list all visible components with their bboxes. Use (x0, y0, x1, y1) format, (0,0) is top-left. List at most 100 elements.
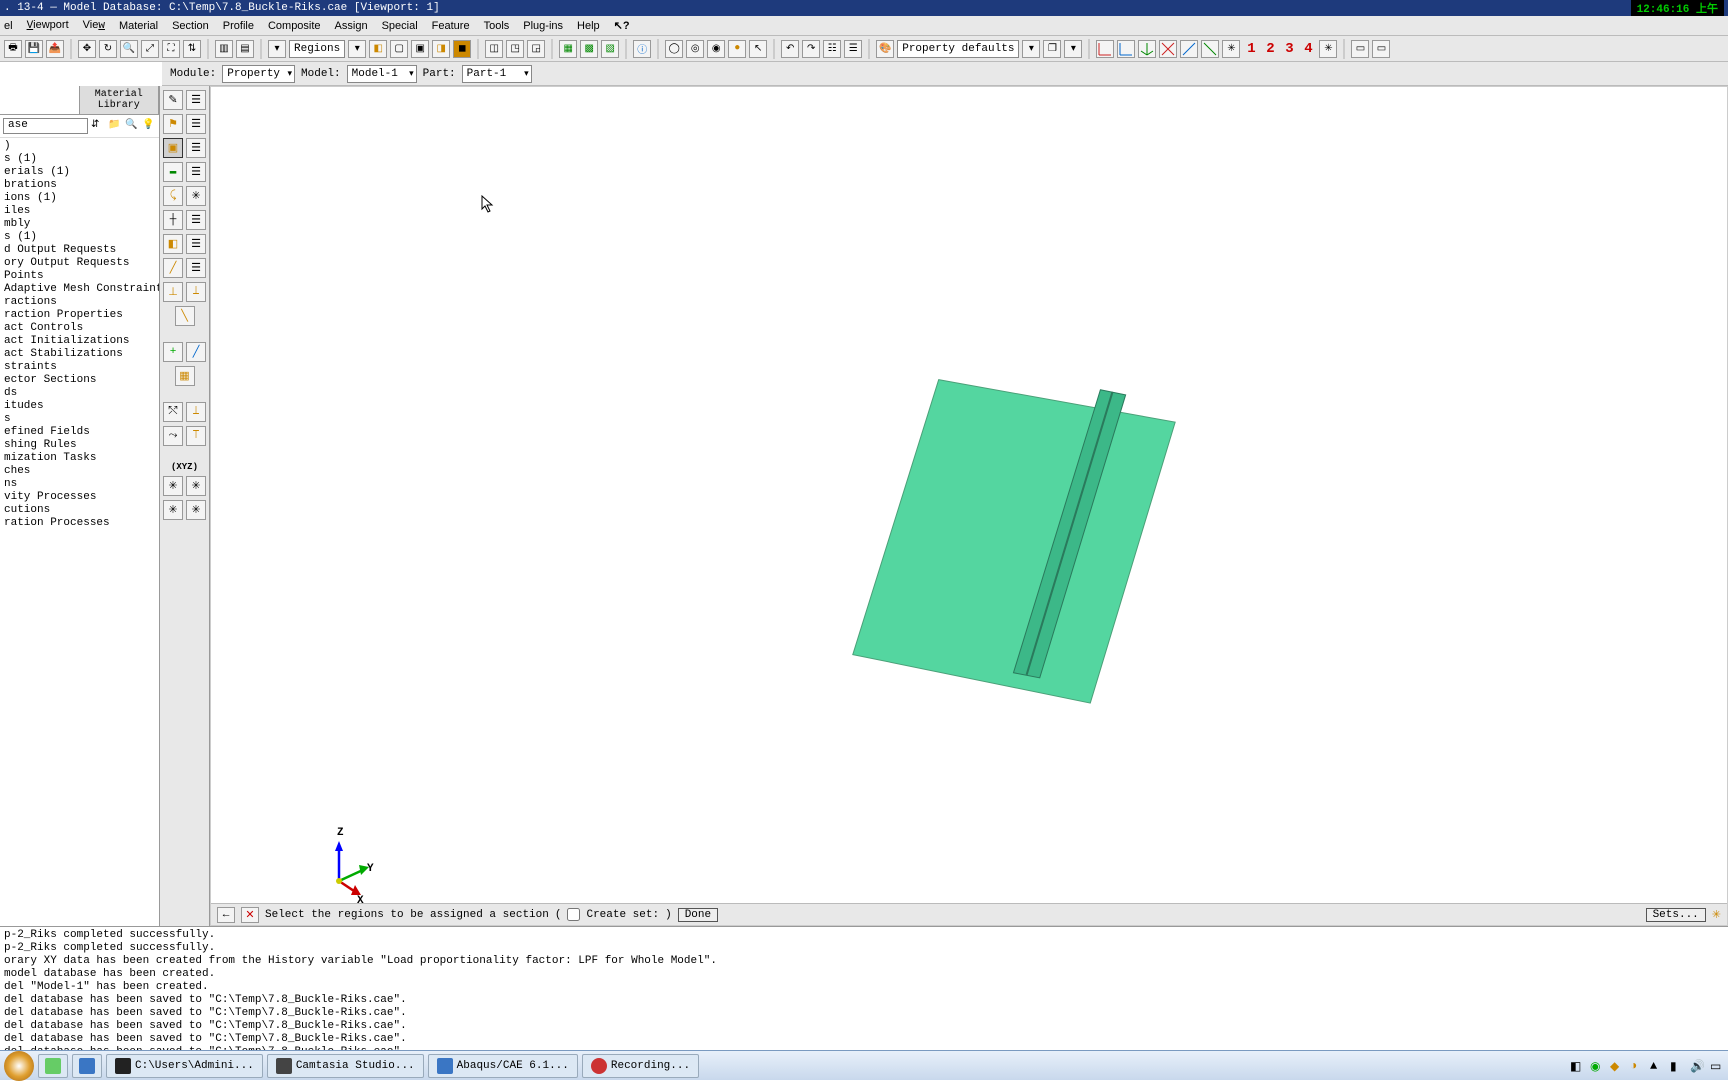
dropdown-icon[interactable]: ▾ (348, 40, 366, 58)
tray-icon-2[interactable]: ◉ (1590, 1059, 1604, 1073)
annotate1-icon[interactable]: ▭ (1351, 40, 1369, 58)
taskbar-item-recording[interactable]: Recording... (582, 1054, 699, 1078)
tray-network-icon[interactable]: ▮ (1670, 1059, 1684, 1073)
triad2-icon[interactable]: ✳ (1319, 40, 1337, 58)
tree-item[interactable]: s (2, 413, 159, 426)
tile-h-icon[interactable]: ☷ (823, 40, 841, 58)
message-log[interactable]: p-2_Riks completed successfully.p-2_Riks… (0, 926, 1728, 1050)
pointer-icon[interactable]: ↖ (749, 40, 767, 58)
taskbar-pin-1[interactable] (38, 1054, 68, 1078)
menu-assign[interactable]: Assign (335, 20, 368, 32)
view-2[interactable]: 2 (1262, 41, 1278, 57)
tool-skin-manager[interactable]: ☰ (186, 234, 206, 254)
tool-create-profile[interactable]: ┼ (163, 210, 183, 230)
tool-assign-beam[interactable]: ⊥ (163, 282, 183, 302)
tray-volume-icon[interactable]: 🔊 (1690, 1059, 1704, 1073)
render-hidden-icon[interactable]: ▣ (411, 40, 429, 58)
tool-composite-manager[interactable]: ☰ (186, 162, 206, 182)
tray-icon-1[interactable]: ◧ (1570, 1059, 1584, 1073)
tool-beam-manager[interactable]: ⟘ (186, 282, 206, 302)
tree-folder-icon[interactable]: 📁 (108, 119, 122, 133)
menu-el[interactable]: el (4, 20, 13, 32)
axis-xz-icon[interactable] (1117, 40, 1135, 58)
view-1[interactable]: 1 (1243, 41, 1259, 57)
tool-orientation-icon[interactable]: ✳ (186, 186, 206, 206)
menu-feature[interactable]: Feature (432, 20, 470, 32)
menu-view[interactable]: View (83, 19, 105, 32)
taskbar-item-abaqus[interactable]: Abaqus/CAE 6.1... (428, 1054, 578, 1078)
taskbar-item-camtasia[interactable]: Camtasia Studio... (267, 1054, 424, 1078)
tool-create-skin[interactable]: ◧ (163, 234, 183, 254)
prompt-back-button[interactable]: ← (217, 907, 235, 923)
menu-tools[interactable]: Tools (484, 20, 510, 32)
tree-item[interactable]: Adaptive Mesh Constraints (2, 283, 159, 296)
tool-create-material[interactable]: ✎ (163, 90, 183, 110)
tree-combo[interactable]: ase (3, 118, 88, 134)
perspective2-icon[interactable]: ▤ (236, 40, 254, 58)
render-wire-icon[interactable]: ▢ (390, 40, 408, 58)
tree-item[interactable]: d Output Requests (2, 244, 159, 257)
tree-item[interactable]: ory Output Requests (2, 257, 159, 270)
tree-item[interactable]: raction Properties (2, 309, 159, 322)
zoom-icon[interactable]: ⤢ (141, 40, 159, 58)
render-shaded-icon[interactable]: ◧ (369, 40, 387, 58)
tool-profile-manager[interactable]: ☰ (186, 210, 206, 230)
prompt-cancel-button[interactable]: ✕ (241, 907, 259, 923)
tree-item[interactable]: ds (2, 387, 159, 400)
menu-material[interactable]: Material (119, 20, 158, 32)
done-button[interactable]: Done (678, 908, 718, 922)
tree-item[interactable]: erials (1) (2, 166, 159, 179)
tree-item[interactable]: act Controls (2, 322, 159, 335)
tree-item[interactable]: ) (2, 140, 159, 153)
axis-yz-icon[interactable] (1159, 40, 1177, 58)
tree-item[interactable]: iles (2, 205, 159, 218)
print-icon[interactable]: 🖶 (4, 40, 22, 58)
tool-partition-face[interactable]: ⟘ (186, 402, 206, 422)
csys-glyph-icon[interactable]: ✳ (1712, 908, 1721, 922)
tool-csys-3[interactable]: ✳ (163, 500, 183, 520)
taskbar-pin-2[interactable] (72, 1054, 102, 1078)
tree-tab-material-library[interactable]: Material Library (80, 86, 160, 114)
tool-create-stringer[interactable]: ╱ (163, 258, 183, 278)
tree-item[interactable]: shing Rules (2, 439, 159, 452)
rotate-icon[interactable]: ↻ (99, 40, 117, 58)
menu-whatsthis[interactable]: ↖? (614, 19, 630, 32)
tree-item[interactable]: Points (2, 270, 159, 283)
layer-icon[interactable]: ❐ (1043, 40, 1061, 58)
regions-combo[interactable]: Regions (289, 40, 345, 58)
tree-item[interactable]: s (1) (2, 153, 159, 166)
tree-search-icon[interactable]: 🔍 (125, 119, 139, 133)
mesh3-icon[interactable]: ▧ (601, 40, 619, 58)
tool-assign-orientation[interactable]: ⤹ (163, 186, 183, 206)
auto-fit-icon[interactable]: ⛶ (162, 40, 180, 58)
tool-rebar[interactable]: ╲ (175, 306, 195, 326)
module-select[interactable]: Property (222, 65, 295, 83)
palette-icon[interactable]: 🎨 (876, 40, 894, 58)
tray-icon-3[interactable]: ◆ (1610, 1059, 1624, 1073)
tray-icon-4[interactable]: ◑ (1630, 1059, 1644, 1073)
axis-iso-icon[interactable] (1138, 40, 1156, 58)
part-select[interactable]: Part-1 (462, 65, 532, 83)
tree-item[interactable]: ns (2, 478, 159, 491)
tree-item[interactable]: ions (1) (2, 192, 159, 205)
mesh-icon[interactable]: ▦ (559, 40, 577, 58)
tool-create-section[interactable]: ⚑ (163, 114, 183, 134)
pan-icon[interactable]: ✥ (78, 40, 96, 58)
redo-icon[interactable]: ↷ (802, 40, 820, 58)
tree-item[interactable]: itudes (2, 400, 159, 413)
layer-dd-icon[interactable]: ▾ (1064, 40, 1082, 58)
tray-icon-5[interactable]: ▲ (1650, 1059, 1664, 1073)
axis-5-icon[interactable] (1180, 40, 1198, 58)
create-set-checkbox[interactable] (567, 908, 580, 921)
menu-section[interactable]: Section (172, 20, 209, 32)
tree-item[interactable]: act Stabilizations (2, 348, 159, 361)
tool-partition-cell[interactable]: ⤳ (163, 426, 183, 446)
circle1-icon[interactable]: ◯ (665, 40, 683, 58)
tile-v-icon[interactable]: ☰ (844, 40, 862, 58)
tree-item[interactable]: mbly (2, 218, 159, 231)
menu-help[interactable]: Help (577, 20, 600, 32)
taskbar-item-cmd[interactable]: C:\Users\Admini... (106, 1054, 263, 1078)
undo-icon[interactable]: ↶ (781, 40, 799, 58)
axis-xy-icon[interactable] (1096, 40, 1114, 58)
tree-item[interactable]: ractions (2, 296, 159, 309)
